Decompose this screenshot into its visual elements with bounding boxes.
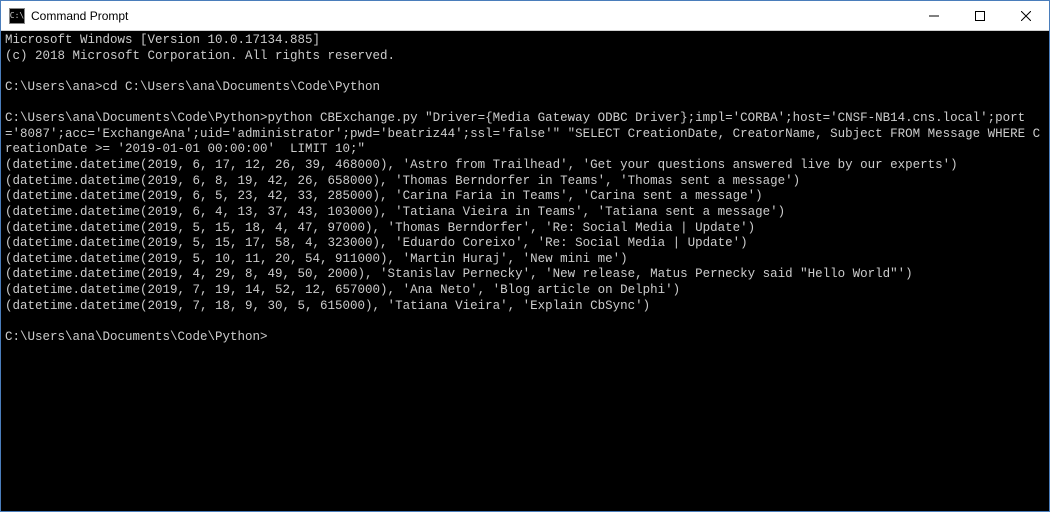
titlebar[interactable]: C:\ Command Prompt: [1, 1, 1049, 31]
minimize-button[interactable]: [911, 1, 957, 30]
command-prompt-window: C:\ Command Prompt Microsoft Windows [Ve…: [0, 0, 1050, 512]
maximize-button[interactable]: [957, 1, 1003, 30]
cmd-icon: C:\: [9, 8, 25, 24]
window-controls: [911, 1, 1049, 30]
maximize-icon: [975, 11, 985, 21]
cmd-icon-label: C:\: [10, 12, 24, 20]
console-output-area[interactable]: Microsoft Windows [Version 10.0.17134.88…: [1, 31, 1049, 511]
window-title: Command Prompt: [31, 9, 128, 23]
close-button[interactable]: [1003, 1, 1049, 30]
minimize-icon: [929, 11, 939, 21]
close-icon: [1021, 11, 1031, 21]
